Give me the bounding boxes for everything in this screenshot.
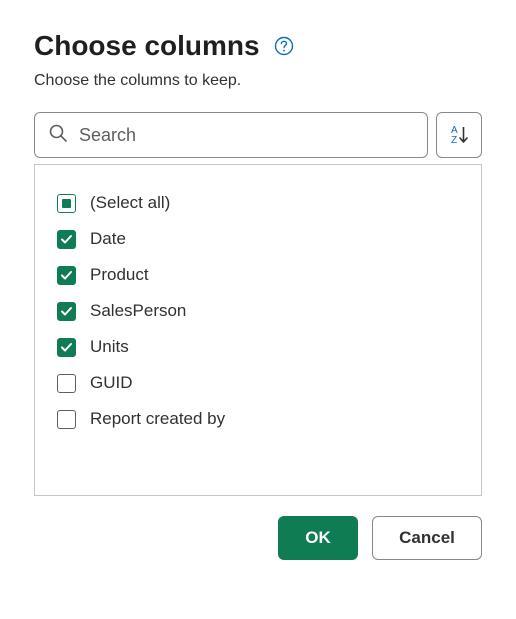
checkbox-unchecked-icon[interactable] [57, 410, 76, 429]
column-label: SalesPerson [90, 301, 186, 321]
select-all-label: (Select all) [90, 193, 170, 213]
checkbox-checked-icon[interactable] [57, 230, 76, 249]
help-icon[interactable] [274, 36, 294, 56]
search-icon [47, 122, 69, 149]
column-label: Units [90, 337, 129, 357]
sort-az-button[interactable]: A Z [436, 112, 482, 158]
search-row: A Z [34, 112, 482, 158]
checkbox-checked-icon[interactable] [57, 302, 76, 321]
column-row-report-created-by[interactable]: Report created by [57, 401, 459, 437]
column-label: Product [90, 265, 149, 285]
column-row-date[interactable]: Date [57, 221, 459, 257]
dialog-header: Choose columns [34, 30, 482, 62]
svg-text:Z: Z [451, 135, 457, 146]
columns-list: (Select all) Date Product SalesPerson Un… [34, 164, 482, 496]
search-box[interactable] [34, 112, 428, 158]
column-label: Date [90, 229, 126, 249]
column-row-guid[interactable]: GUID [57, 365, 459, 401]
dialog-subtitle: Choose the columns to keep. [34, 72, 482, 90]
column-row-salesperson[interactable]: SalesPerson [57, 293, 459, 329]
column-label: GUID [90, 373, 133, 393]
dialog-title: Choose columns [34, 30, 260, 62]
checkbox-unchecked-icon[interactable] [57, 374, 76, 393]
checkbox-checked-icon[interactable] [57, 266, 76, 285]
column-row-units[interactable]: Units [57, 329, 459, 365]
checkbox-checked-icon[interactable] [57, 338, 76, 357]
ok-button[interactable]: OK [278, 516, 358, 560]
column-row-product[interactable]: Product [57, 257, 459, 293]
dialog-footer: OK Cancel [34, 516, 482, 560]
column-label: Report created by [90, 409, 225, 429]
checkbox-indeterminate-icon[interactable] [57, 194, 76, 213]
search-input[interactable] [79, 125, 415, 146]
select-all-row[interactable]: (Select all) [57, 185, 459, 221]
cancel-button[interactable]: Cancel [372, 516, 482, 560]
